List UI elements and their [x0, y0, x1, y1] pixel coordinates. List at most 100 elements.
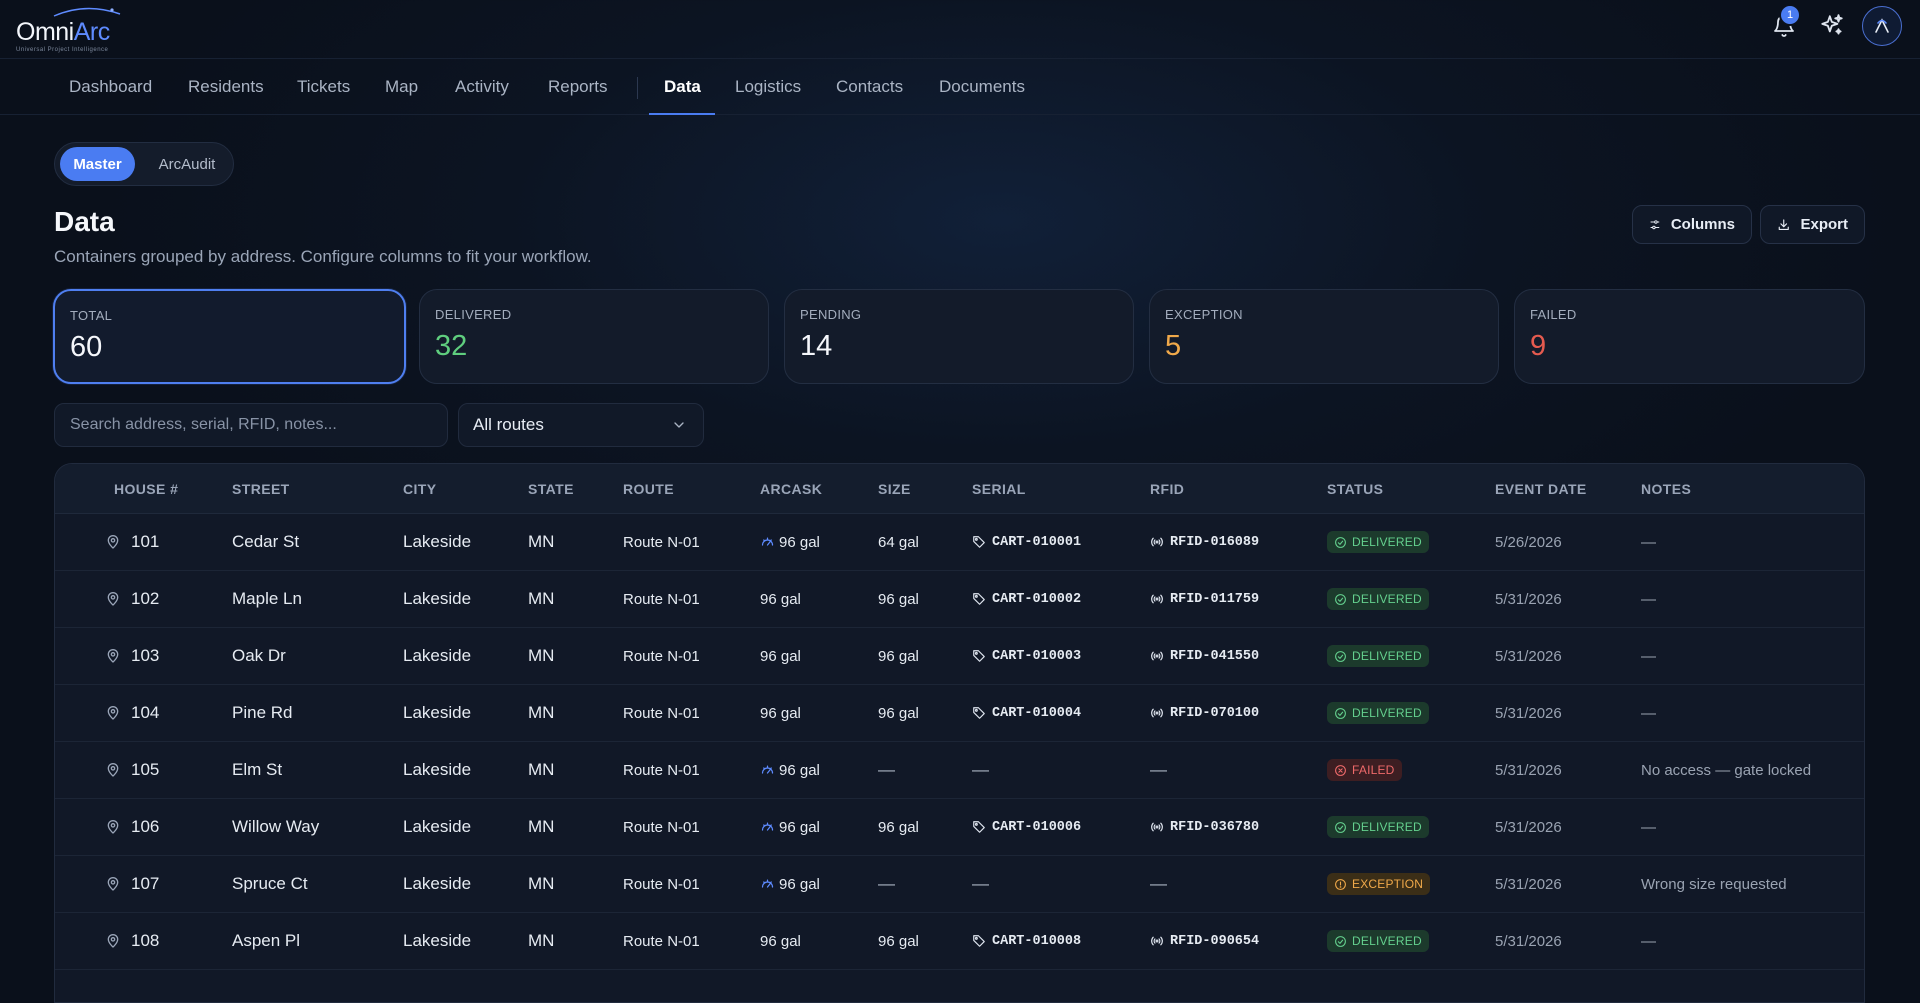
house-number-cell: 105	[105, 742, 159, 798]
column-header-route[interactable]: ROUTE	[623, 464, 674, 514]
size-cell: 96 gal	[878, 799, 919, 855]
rfid-cell: RFID-041550	[1150, 628, 1259, 684]
serial-cell: CART-010003	[972, 628, 1081, 684]
city-cell: Lakeside	[403, 571, 471, 627]
stat-card-delivered[interactable]: DELIVERED 32	[419, 289, 769, 384]
sparkles-icon	[1821, 14, 1843, 35]
house-number: 101	[131, 532, 160, 551]
route-select[interactable]: All routes	[458, 403, 704, 447]
table-row[interactable]: 101 Cedar St Lakeside MN Route N-01 96 gal 64 …	[55, 514, 1864, 571]
city-cell: Lakeside	[403, 856, 471, 912]
stat-card-failed[interactable]: FAILED 9	[1514, 289, 1865, 384]
table-row[interactable]: 102 Maple Ln Lakeside MN Route N-01 96 gal 96 …	[55, 571, 1864, 628]
state-cell: MN	[528, 799, 554, 855]
ai-assistant-button[interactable]	[1814, 8, 1850, 44]
table-row[interactable]: 107 Spruce Ct Lakeside MN Route N-01 96 gal — —…	[55, 856, 1864, 913]
city: Lakeside	[403, 817, 472, 836]
route: Route N-01	[623, 761, 700, 779]
table-row[interactable]: 103 Oak Dr Lakeside MN Route N-01 96 gal 96 ga…	[55, 628, 1864, 685]
nav-item-data[interactable]: Data	[664, 59, 701, 115]
export-button[interactable]: Export	[1760, 205, 1865, 244]
arcask-size: 96 gal	[779, 533, 820, 551]
column-header-rfid[interactable]: RFID	[1150, 464, 1184, 514]
stat-value: 32	[435, 330, 468, 362]
stat-value: 60	[70, 331, 103, 363]
nav-item-activity[interactable]: Activity	[455, 59, 509, 115]
columns-button[interactable]: Columns	[1632, 205, 1752, 244]
event-date-cell: 5/31/2026	[1495, 913, 1562, 969]
rfid-signal-icon	[1151, 537, 1163, 547]
search-input[interactable]	[54, 403, 448, 447]
route-cell: Route N-01	[623, 856, 700, 912]
state-cell: MN	[528, 628, 554, 684]
event-date-cell: 5/31/2026	[1495, 628, 1562, 684]
city: Lakeside	[403, 589, 472, 608]
status-badge: DELIVERED	[1327, 531, 1429, 553]
size-cell: 64 gal	[878, 514, 919, 570]
table-row[interactable]: 108 Aspen Pl Lakeside MN Route N-01 96 gal 96 …	[55, 913, 1864, 970]
size-cell: —	[878, 742, 895, 798]
serial-number: CART-010008	[992, 933, 1082, 949]
stat-label: EXCEPTION	[1165, 307, 1243, 322]
column-header-status[interactable]: STATUS	[1327, 464, 1383, 514]
column-header-notes[interactable]: NOTES	[1641, 464, 1691, 514]
map-pin-icon	[107, 535, 119, 549]
column-header-serial[interactable]: SERIAL	[972, 464, 1026, 514]
stat-value: 5	[1165, 330, 1182, 362]
stat-card-pending[interactable]: PENDING 14	[784, 289, 1134, 384]
state-cell: MN	[528, 856, 554, 912]
rfid-signal-icon	[1151, 594, 1163, 604]
column-header-street[interactable]: STREET	[232, 464, 290, 514]
table-row[interactable]: 104 Pine Rd Lakeside MN Route N-01 96 gal 96 g…	[55, 685, 1864, 742]
nav-item-map[interactable]: Map	[385, 59, 418, 115]
column-header-house[interactable]: HOUSE #	[114, 464, 178, 514]
state: MN	[528, 646, 555, 665]
column-header-arcask[interactable]: ARCASK	[760, 464, 822, 514]
serial-cell: CART-010006	[972, 799, 1081, 855]
status-cell: DELIVERED	[1327, 571, 1429, 627]
segment-master[interactable]: Master	[60, 147, 135, 181]
arcask-size: 96 gal	[760, 704, 801, 722]
omniarc-logo[interactable]: OmniArc Universal Project Intelligence	[16, 6, 126, 53]
segment-arcaudit[interactable]: ArcAudit	[143, 147, 231, 181]
rfid-code: —	[1150, 760, 1167, 779]
nav-item-residents[interactable]: Residents	[188, 59, 264, 115]
dataset-switcher: Master ArcAudit	[54, 142, 234, 186]
status-badge: DELIVERED	[1327, 588, 1429, 610]
house-number: 103	[131, 646, 160, 665]
column-header-city[interactable]: CITY	[403, 464, 437, 514]
street-cell: Maple Ln	[232, 571, 302, 627]
notifications-button[interactable]: 1	[1766, 4, 1802, 44]
tag-icon	[973, 593, 985, 605]
user-avatar[interactable]	[1862, 6, 1902, 46]
arcask-cell: 96 gal	[760, 856, 820, 912]
nav-item-documents[interactable]: Documents	[939, 59, 1025, 115]
nav-item-dashboard[interactable]: Dashboard	[69, 59, 152, 115]
house-number: 106	[131, 817, 160, 836]
table-row[interactable]: 106 Willow Way Lakeside MN Route N-01 96 gal 9…	[55, 799, 1864, 856]
container-size: —	[878, 760, 895, 779]
route-cell: Route N-01	[623, 514, 700, 570]
nav-item-tickets[interactable]: Tickets	[297, 59, 350, 115]
status-label: DELIVERED	[1352, 706, 1422, 720]
column-header-size[interactable]: SIZE	[878, 464, 911, 514]
serial-cell: CART-010002	[972, 571, 1081, 627]
stat-card-exception[interactable]: EXCEPTION 5	[1149, 289, 1499, 384]
column-header-state[interactable]: STATE	[528, 464, 574, 514]
status-cell: DELIVERED	[1327, 628, 1429, 684]
main-nav: Dashboard Residents Tickets Map Activity…	[0, 59, 1920, 115]
column-header-event-date[interactable]: EVENT DATE	[1495, 464, 1587, 514]
street-cell: Pine Rd	[232, 685, 292, 741]
nav-item-contacts[interactable]: Contacts	[836, 59, 903, 115]
notes: —	[1641, 590, 1656, 608]
state-cell: MN	[528, 685, 554, 741]
notes: —	[1641, 818, 1656, 836]
map-pin-icon	[107, 706, 119, 720]
stat-card-total[interactable]: TOTAL 60	[53, 289, 406, 384]
status-badge: DELIVERED	[1327, 702, 1429, 724]
container-size: 96 gal	[878, 818, 919, 836]
nav-item-logistics[interactable]: Logistics	[735, 59, 801, 115]
table-row[interactable]: 105 Elm St Lakeside MN Route N-01 96 gal — — — FA…	[55, 742, 1864, 799]
state: MN	[528, 760, 555, 779]
nav-item-reports[interactable]: Reports	[548, 59, 608, 115]
